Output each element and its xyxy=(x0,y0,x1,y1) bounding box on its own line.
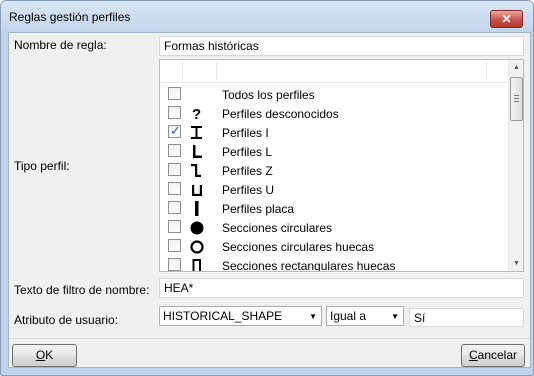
list-item[interactable]: ? Perfiles desconocidos xyxy=(160,104,508,123)
list-item-label: Perfiles Z xyxy=(222,164,273,178)
user-attribute-label: Atributo de usuario: xyxy=(14,313,119,327)
u-profile-icon xyxy=(188,181,206,198)
ok-button[interactable]: OK xyxy=(12,344,77,367)
list-item-label: Secciones circulares xyxy=(222,221,333,235)
checkbox[interactable]: ✓ xyxy=(168,123,181,138)
list-item[interactable]: Secciones rectangulares huecas xyxy=(160,256,508,272)
name-filter-label: Texto de filtro de nombre: xyxy=(14,283,150,297)
i-profile-icon xyxy=(188,124,206,141)
checkbox[interactable] xyxy=(168,163,181,176)
checkbox[interactable] xyxy=(168,239,181,252)
svg-text:?: ? xyxy=(192,106,201,122)
list-item[interactable]: Perfiles Z xyxy=(160,161,508,180)
profile-type-label: Tipo perfil: xyxy=(14,159,70,173)
question-icon: ? xyxy=(188,105,206,123)
list-item[interactable]: Todos los perfiles xyxy=(160,85,508,104)
checkbox[interactable] xyxy=(168,87,181,100)
list-item[interactable]: Perfiles placa xyxy=(160,199,508,218)
list-item[interactable]: Perfiles U xyxy=(160,180,508,199)
list-item-label: Perfiles placa xyxy=(222,202,295,216)
chevron-down-icon: ▼ xyxy=(391,312,399,321)
scroll-down-arrow-icon[interactable]: ▼ xyxy=(509,256,523,271)
user-attribute-combo[interactable]: HISTORICAL_SHAPE ▼ xyxy=(159,306,322,326)
title-bar[interactable]: Reglas gestión perfiles ✕ xyxy=(1,1,533,31)
list-item[interactable]: ✓ Perfiles I xyxy=(160,123,508,142)
l-profile-icon xyxy=(188,143,206,160)
list-item-label: Secciones circulares huecas xyxy=(222,240,375,254)
user-attribute-value-field[interactable]: Sí xyxy=(409,308,524,327)
name-filter-field[interactable]: HEA* xyxy=(159,278,524,298)
scroll-thumb[interactable] xyxy=(510,77,523,121)
list-item[interactable]: Secciones circulares xyxy=(160,218,508,237)
checkbox[interactable] xyxy=(168,144,181,157)
list-header xyxy=(160,60,508,83)
checkbox[interactable] xyxy=(168,182,181,195)
user-attribute-combo-value: HISTORICAL_SHAPE xyxy=(163,309,283,323)
z-profile-icon xyxy=(188,162,206,179)
list-item-label: Perfiles I xyxy=(222,126,269,140)
vertical-scrollbar[interactable]: ▲ ▼ xyxy=(508,60,523,271)
checkbox[interactable] xyxy=(168,106,181,119)
rule-name-field[interactable]: Formas históricas xyxy=(159,36,524,56)
list-item[interactable]: Perfiles L xyxy=(160,142,508,161)
dialog-body: Nombre de regla: Formas históricas Tipo … xyxy=(8,32,531,368)
window-title: Reglas gestión perfiles xyxy=(9,10,131,24)
profile-type-list[interactable]: Todos los perfiles? Perfiles desconocidos… xyxy=(159,59,524,272)
close-button[interactable]: ✕ xyxy=(490,10,523,28)
list-item-label: Todos los perfiles xyxy=(222,88,315,102)
list-item-label: Perfiles U xyxy=(222,183,275,197)
checkbox[interactable] xyxy=(168,258,181,271)
filled-circle-icon xyxy=(188,219,206,236)
cancel-button[interactable]: Cancelar xyxy=(461,344,525,367)
rule-manager-dialog: Reglas gestión perfiles ✕ Nombre de regl… xyxy=(0,0,534,376)
button-separator xyxy=(9,338,530,339)
hollow-rectangle-icon xyxy=(188,257,206,271)
checkbox[interactable] xyxy=(168,201,181,214)
scroll-up-arrow-icon[interactable]: ▲ xyxy=(509,60,523,75)
hollow-circle-icon xyxy=(188,238,206,255)
operator-combo[interactable]: Igual a ▼ xyxy=(326,306,404,326)
list-item-label: Perfiles desconocidos xyxy=(222,107,339,121)
operator-combo-value: Igual a xyxy=(330,309,367,323)
rule-name-label: Nombre de regla: xyxy=(14,38,107,52)
empty-icon xyxy=(188,86,206,103)
list-item[interactable]: Secciones circulares huecas xyxy=(160,237,508,256)
list-item-label: Secciones rectangulares huecas xyxy=(222,259,396,272)
check-mark-icon: ✓ xyxy=(170,123,181,138)
chevron-down-icon: ▼ xyxy=(309,312,317,321)
list-item-label: Perfiles L xyxy=(222,145,273,159)
checkbox[interactable] xyxy=(168,220,181,233)
plate-profile-icon xyxy=(188,200,206,217)
